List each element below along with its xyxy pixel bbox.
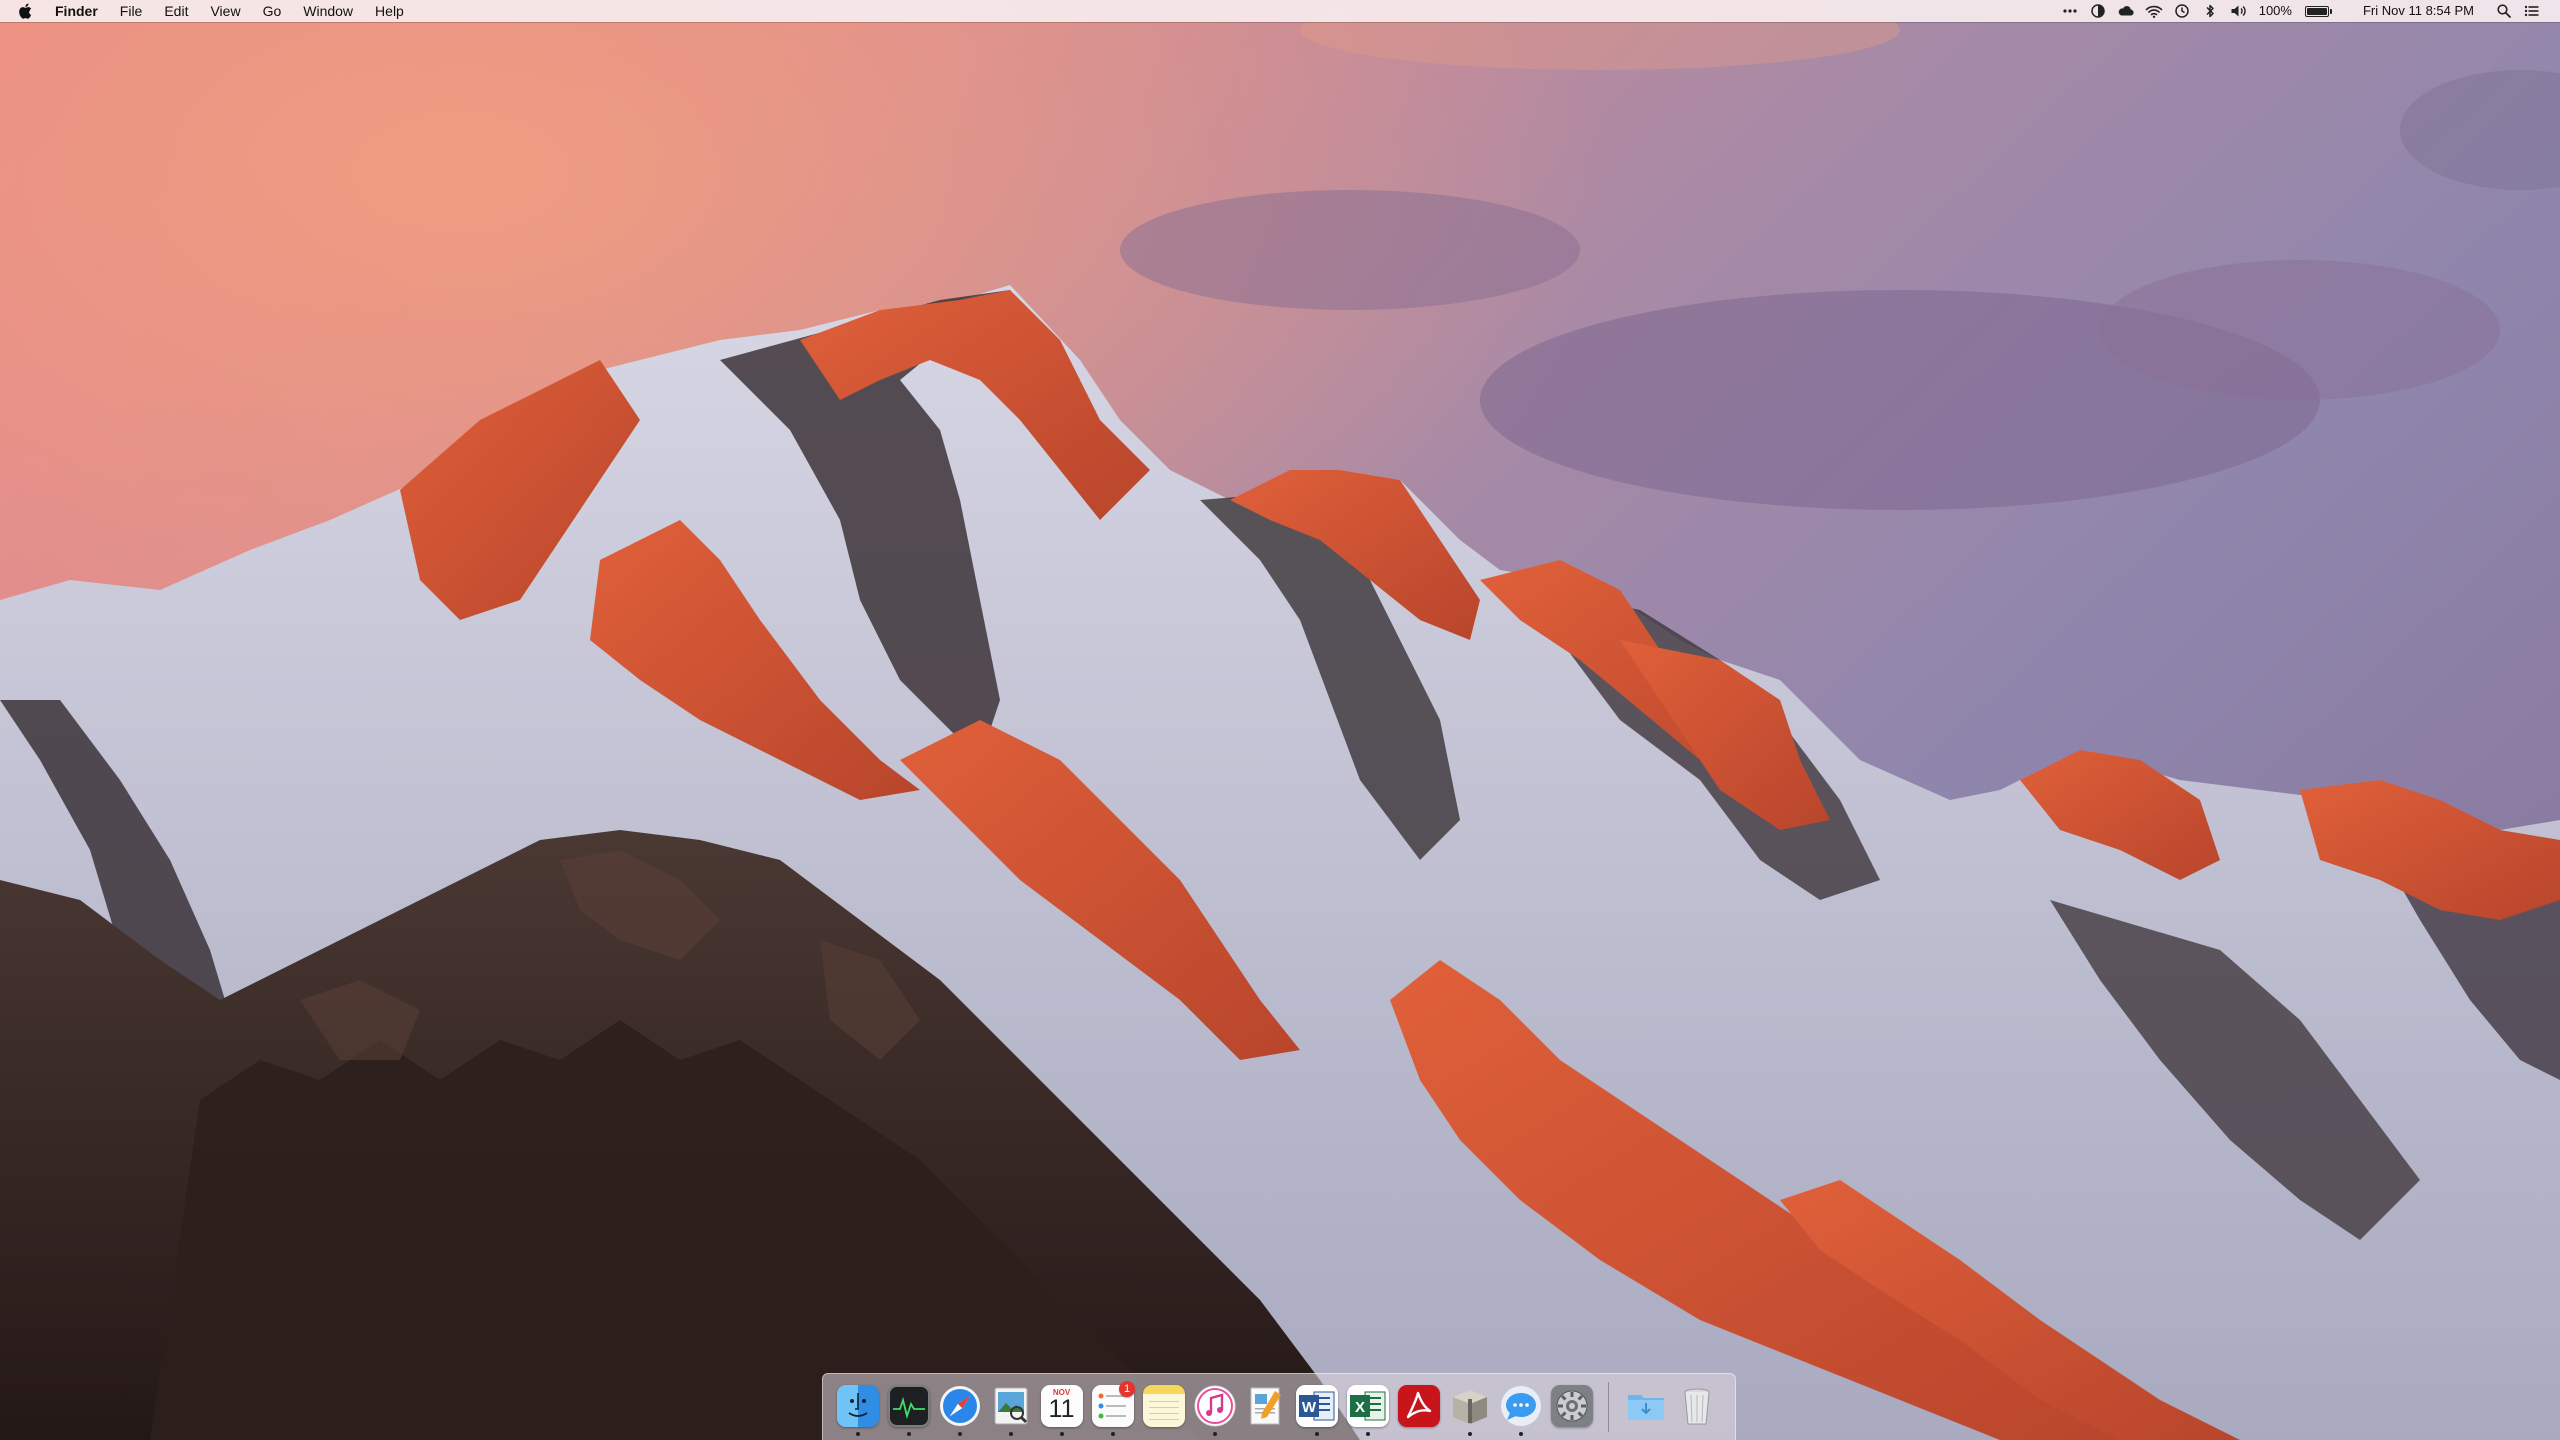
menu-view[interactable]: View [199,0,251,22]
gear-icon [1550,1385,1593,1427]
dock-preview[interactable] [985,1377,1036,1437]
dock-system-preferences[interactable] [1546,1377,1597,1437]
contrast-icon[interactable] [2089,3,2107,19]
menu-app-name[interactable]: Finder [44,0,109,22]
dock-finder[interactable] [832,1377,883,1437]
archive-box-icon [1449,1385,1491,1427]
dock-safari[interactable] [934,1377,985,1437]
dock: NOV 11 1 W X [822,1373,1736,1440]
running-indicator [1110,1432,1115,1436]
dock-reminders[interactable]: 1 [1087,1377,1138,1437]
more-icon[interactable] [2061,3,2079,19]
notification-center-icon[interactable] [2523,3,2541,19]
dock-microsoft-excel[interactable]: X [1342,1377,1393,1437]
trash-icon [1676,1385,1718,1427]
dock-archive-utility[interactable] [1444,1377,1495,1437]
dock-calendar[interactable]: NOV 11 [1036,1377,1087,1437]
spotlight-search-icon[interactable] [2495,3,2513,19]
acrobat-pdf-icon [1397,1385,1440,1427]
dock-acrobat[interactable] [1393,1377,1444,1437]
time-machine-icon[interactable] [2173,3,2191,19]
dock-pages[interactable] [1240,1377,1291,1437]
wifi-icon[interactable] [2145,3,2163,19]
dock-separator [1608,1382,1609,1432]
running-indicator [1467,1432,1472,1436]
menu-file[interactable]: File [109,0,154,22]
preview-icon [990,1385,1032,1427]
itunes-music-note-icon [1194,1385,1236,1427]
dock-trash[interactable] [1671,1377,1722,1437]
finder-icon [836,1385,879,1427]
running-indicator [1059,1432,1064,1436]
calendar-day: 11 [1048,1395,1075,1423]
apple-menu-icon[interactable] [18,3,32,19]
dock-notes[interactable] [1138,1377,1189,1437]
bluetooth-icon[interactable] [2201,3,2219,19]
menu-bar: Finder File Edit View Go Window Help 100… [0,0,2560,22]
running-indicator [855,1432,860,1436]
activity-monitor-icon [887,1385,930,1427]
battery-icon[interactable] [2299,5,2338,17]
svg-text:W: W [1301,1399,1316,1416]
reminders-badge: 1 [1119,1381,1135,1397]
word-icon: W [1295,1385,1338,1427]
menu-help[interactable]: Help [364,0,415,22]
calendar-icon: NOV 11 [1040,1385,1083,1427]
dock-activity-monitor[interactable] [883,1377,934,1437]
running-indicator [957,1432,962,1436]
volume-icon[interactable] [2229,3,2247,19]
dock-itunes[interactable] [1189,1377,1240,1437]
excel-icon: X [1346,1385,1389,1427]
notes-icon [1142,1385,1185,1427]
pages-icon [1245,1385,1287,1427]
cloud-icon[interactable] [2117,3,2135,19]
battery-fill [2306,7,2327,15]
menu-edit[interactable]: Edit [153,0,199,22]
downloads-folder-icon [1625,1385,1667,1427]
dock-downloads-folder[interactable] [1620,1377,1671,1437]
menu-window[interactable]: Window [292,0,364,22]
menu-bar-status: 100% Fri Nov 11 8:54 PM [2056,0,2560,22]
running-indicator [1008,1432,1013,1436]
battery-tip [2329,8,2332,14]
running-indicator [1518,1432,1523,1436]
running-indicator [1314,1432,1319,1436]
running-indicator [906,1432,911,1436]
desktop-wallpaper [0,0,2560,1440]
dock-messages[interactable] [1495,1377,1546,1437]
dock-microsoft-word[interactable]: W [1291,1377,1342,1437]
menu-clock[interactable]: Fri Nov 11 8:54 PM [2356,0,2481,22]
menu-go[interactable]: Go [252,0,293,22]
messages-speech-bubble-icon [1500,1385,1542,1427]
svg-text:X: X [1354,1399,1364,1416]
menu-bar-left: Finder File Edit View Go Window Help [0,0,415,22]
running-indicator [1212,1432,1217,1436]
safari-compass-icon [939,1385,981,1427]
running-indicator [1365,1432,1370,1436]
battery-body [2304,5,2329,17]
battery-percent[interactable]: 100% [2252,0,2299,22]
